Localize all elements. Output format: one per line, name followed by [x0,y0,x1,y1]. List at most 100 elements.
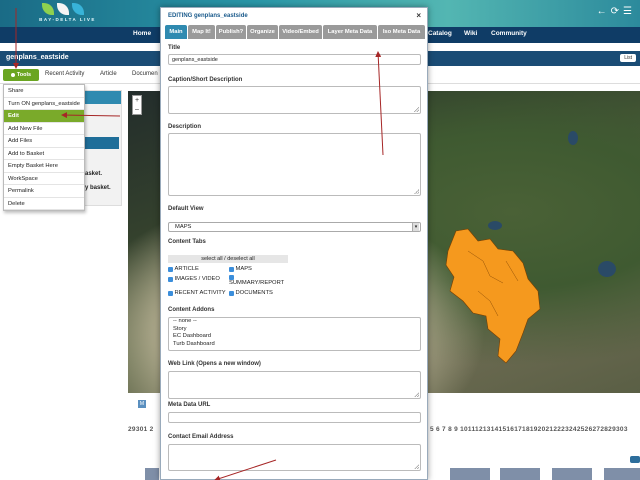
tab-documents[interactable]: Documen [132,71,158,77]
logo-wave-icon [57,3,69,15]
content-addons-list[interactable]: -- none -- Story EC Dashboard Turb Dashb… [168,317,421,351]
web-link-label: Web Link (Opens a new window) [168,361,261,367]
checkbox-article[interactable]: ARTICLE [168,266,199,272]
addon-option[interactable]: -- none -- [169,318,420,326]
checkbox-maps[interactable]: MAPS [229,266,252,272]
title-label: Title [168,45,181,51]
select-arrow-icon: ▾ [412,223,419,231]
left-panel-text-2: y basket. [85,185,111,191]
zoom-in-button[interactable]: + [133,96,141,105]
menu-item-empty-basket[interactable]: Empty Basket Here [4,160,84,173]
default-view-label: Default View [168,206,204,212]
checkbox-documents[interactable]: DOCUMENTS [229,290,273,296]
menu-item-workspace[interactable]: WorkSpace [4,173,84,185]
scroll-toggle[interactable] [630,456,640,463]
close-icon[interactable]: × [416,11,421,20]
logo-drop-icon [72,3,84,15]
checkbox-summary-report[interactable]: SUMMARY/REPORT [229,274,284,286]
logo-text: BAY-DELTA LIVE [39,17,96,22]
page-title: genplans_eastside [6,54,69,61]
menu-item-delete[interactable]: Delete [4,198,84,210]
tab-iso-meta-data[interactable]: Iso Meta Data [378,25,425,39]
checkbox-label: SUMMARY/REPORT [229,280,285,286]
content-addons-label: Content Addons [168,307,215,313]
menu-icon[interactable]: ☰ [623,6,632,17]
web-link-textarea[interactable] [168,371,421,399]
tab-video-embed[interactable]: Video/Embed [279,25,322,39]
checkbox-icon [229,267,234,272]
nav-wiki[interactable]: Wiki [464,30,477,37]
title-input[interactable] [168,54,421,65]
modal-title: EDITING genplans_eastside [168,13,248,19]
list-button[interactable]: List [620,54,636,62]
select-all-toggle[interactable]: select all / deselect all [168,255,288,263]
map-lake [568,131,578,145]
nav-home[interactable]: Home [133,30,151,37]
resize-grip-icon[interactable] [414,107,419,112]
checkbox-recent-activity[interactable]: RECENT ACTIVITY [168,290,226,296]
caption-textarea[interactable] [168,86,421,114]
checkbox-icon [229,291,234,296]
checkbox-icon [168,267,173,272]
menu-item-permalink[interactable]: Permalink [4,185,84,198]
thumbnail-tile[interactable] [450,468,490,480]
checkbox-images-video[interactable]: IMAGES / VIDEO [168,276,220,282]
checkbox-label: MAPS [235,266,252,272]
edit-modal: EDITING genplans_eastside × Main Map It!… [160,7,428,480]
menu-item-share[interactable]: Share [4,85,84,98]
checkbox-icon [168,291,173,296]
tools-button[interactable]: Tools [3,69,39,81]
nav-community[interactable]: Community [491,30,527,37]
default-view-value: MAPS [175,224,192,230]
menu-item-edit[interactable]: Edit [4,110,84,123]
tab-map-it[interactable]: Map It! [188,25,215,39]
resize-grip-icon[interactable] [414,464,419,469]
date-numbers-right: 5 6 7 8 9 101112131415161718192021222324… [430,426,628,433]
default-view-select[interactable]: MAPS ▾ [168,222,421,232]
zoom-out-button[interactable]: – [133,105,141,114]
checkbox-icon [168,277,173,282]
thumbnail-tile[interactable] [500,468,540,480]
thumbnail-tile[interactable] [145,468,159,480]
gear-icon [10,73,15,77]
tools-menu: Share Turn ON genplans_eastside Edit Add… [3,84,85,211]
menu-item-add-new-file[interactable]: Add New File [4,123,84,135]
refresh-icon[interactable]: ⟳ [611,6,619,17]
addon-option[interactable]: Story [169,326,420,334]
thumbnail-tile[interactable] [552,468,592,480]
tab-recent-activity[interactable]: Recent Activity [45,71,84,77]
region-shape[interactable] [428,221,558,371]
resize-grip-icon[interactable] [414,392,419,397]
tab-publish[interactable]: Publish? [216,25,246,39]
tab-organize[interactable]: Organize [247,25,278,39]
thumbnail-tile[interactable] [604,468,640,480]
modal-tabs: Main Map It! Publish? Organize Video/Emb… [165,25,425,39]
resize-grip-icon[interactable] [414,189,419,194]
checkbox-label: DOCUMENTS [235,290,273,296]
m-badge: M [138,400,146,408]
description-label: Description [168,124,202,130]
tab-layer-meta-data[interactable]: Layer Meta Data [323,25,377,39]
menu-item-add-files[interactable]: Add Files [4,135,84,148]
checkbox-label: ARTICLE [174,266,199,272]
addon-option[interactable]: Turb Dashboard [169,341,420,349]
menu-item-turn-on[interactable]: Turn ON genplans_eastside [4,98,84,110]
checkbox-label: IMAGES / VIDEO [174,276,220,282]
contact-email-textarea[interactable] [168,444,421,471]
date-numbers-left: 29301 2 [128,426,154,433]
map-zoom-control: + – [132,95,142,115]
tab-main[interactable]: Main [165,25,187,39]
addon-option[interactable]: EC Dashboard [169,333,420,341]
tab-article[interactable]: Article [100,71,117,77]
description-textarea[interactable] [168,133,421,196]
tools-label: Tools [16,72,32,78]
site-logo[interactable]: BAY-DELTA LIVE [30,1,110,26]
back-arrow-icon[interactable]: ← [597,6,607,17]
map-lake [598,261,616,277]
contact-email-label: Contact Email Address [168,434,234,440]
menu-item-add-to-basket[interactable]: Add to Basket [4,148,84,160]
header-icons: ← ⟳ ☰ [597,6,632,17]
meta-url-label: Meta Data URL [168,402,211,408]
nav-catalog[interactable]: Catalog [428,30,452,37]
meta-url-input[interactable] [168,412,421,423]
